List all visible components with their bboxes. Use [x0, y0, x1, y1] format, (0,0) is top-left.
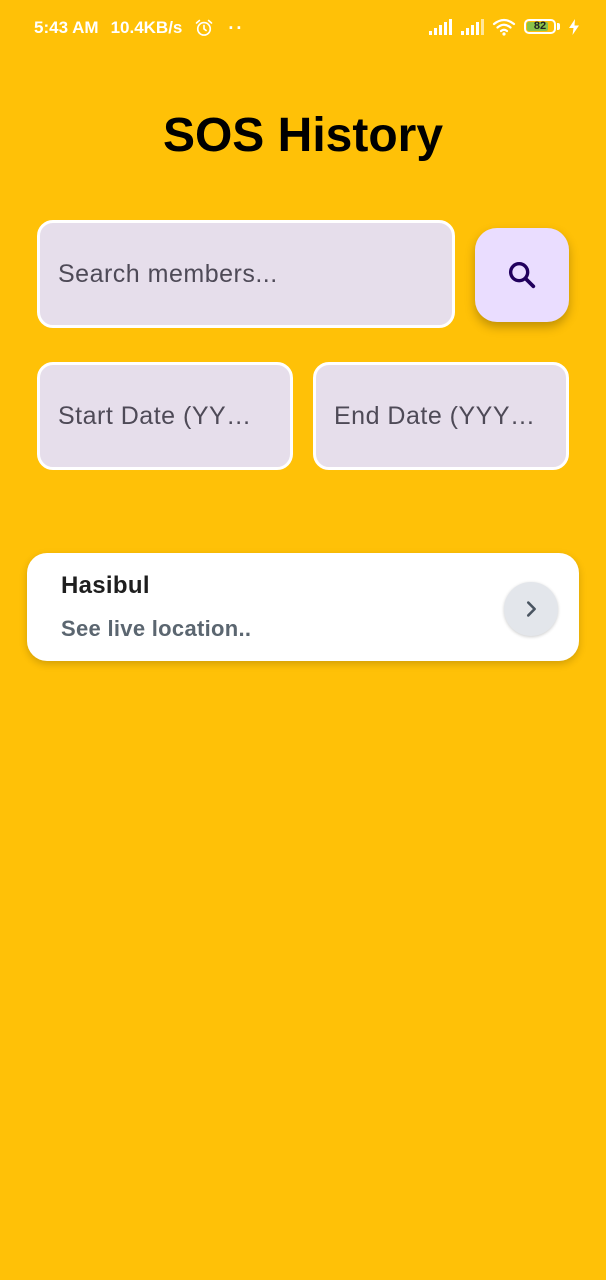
battery-level: 82 [533, 20, 547, 32]
search-input[interactable] [58, 259, 438, 289]
signal-icon [429, 19, 452, 35]
open-member-button[interactable] [504, 582, 558, 636]
battery-icon: 82 [524, 18, 560, 36]
member-subtitle: See live location.. [61, 616, 252, 641]
status-left: 5:43 AM 10.4KB/s ·· [34, 18, 244, 38]
signal-icon [461, 19, 484, 35]
more-notifications-indicator: ·· [228, 18, 245, 38]
charging-icon [569, 19, 579, 35]
start-date-field[interactable] [37, 362, 293, 470]
chevron-right-icon [526, 601, 536, 617]
search-icon [508, 261, 536, 289]
page-title: SOS History [162, 109, 444, 162]
alarm-icon [196, 19, 213, 36]
member-name: Hasibul [61, 572, 150, 599]
status-right: 82 [428, 18, 580, 36]
wifi-icon [492, 18, 516, 36]
network-speed: 10.4KB/s [110, 18, 183, 37]
end-date-input[interactable] [334, 401, 552, 431]
search-button[interactable] [475, 228, 569, 322]
status-time: 5:43 AM [34, 18, 99, 37]
member-card[interactable]: Hasibul See live location.. [27, 553, 579, 661]
end-date-field[interactable] [313, 362, 569, 470]
status-bar: 5:43 AM 10.4KB/s ·· 82 [0, 0, 606, 60]
battery-cap [557, 23, 560, 30]
search-field[interactable] [37, 220, 455, 328]
start-date-input[interactable] [58, 401, 276, 431]
